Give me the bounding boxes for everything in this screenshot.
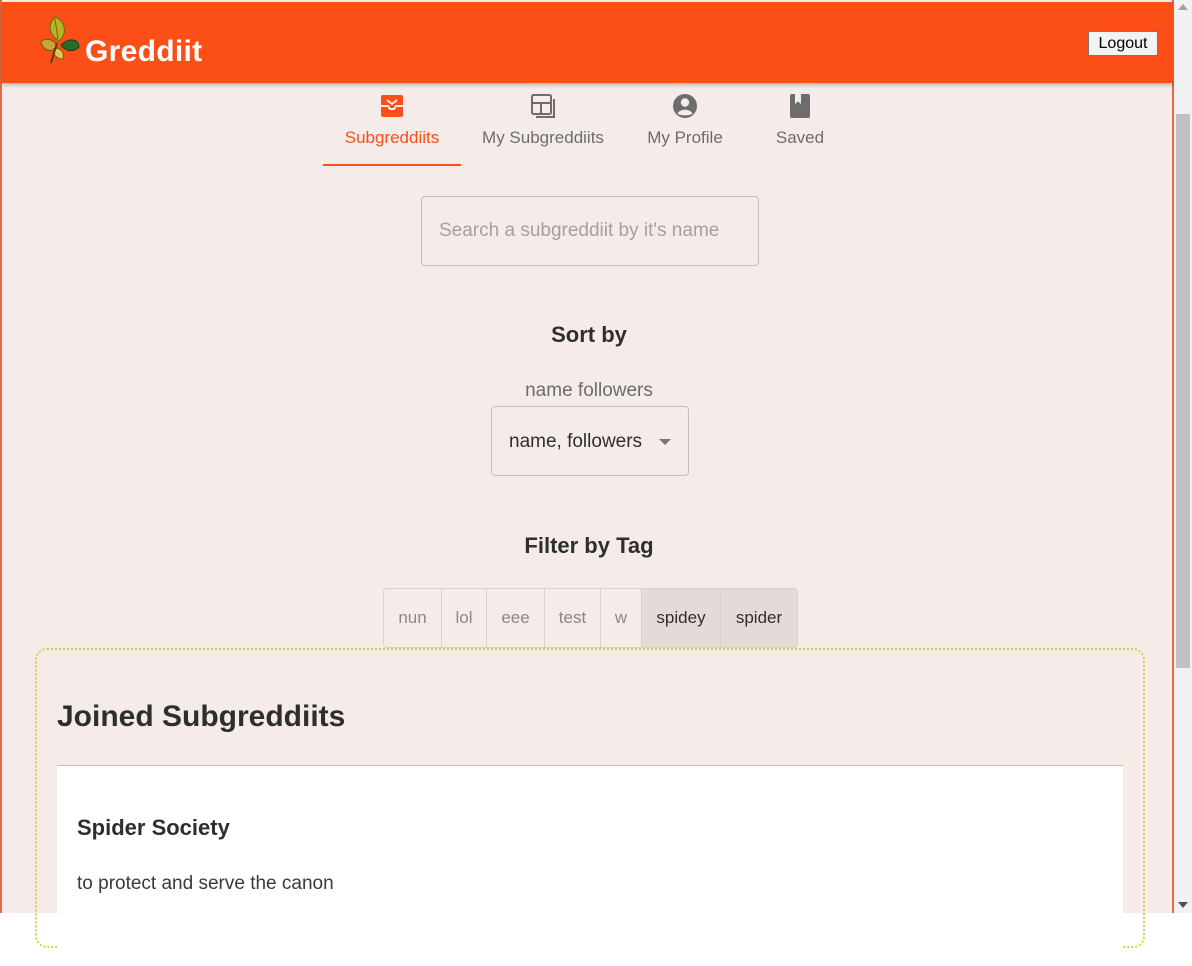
sort-heading: Sort by	[551, 322, 627, 347]
sort-caption: name followers	[525, 380, 653, 401]
top-app-bar: Greddiit Logout	[2, 2, 1176, 83]
tag-button[interactable]: spider	[721, 589, 797, 647]
inbox-icon	[381, 95, 403, 117]
search-input[interactable]	[421, 196, 759, 266]
brand-title[interactable]: Greddiit	[85, 35, 202, 69]
account-circle-icon	[673, 94, 697, 118]
filter-heading: Filter by Tag	[524, 533, 654, 558]
logout-button[interactable]: Logout	[1088, 31, 1158, 56]
sort-select[interactable]: name, followers	[491, 406, 689, 476]
tag-toggle-group: nun lol eee test w spidey spider	[383, 588, 798, 648]
tab-subgreddiits[interactable]: Subgreddiits	[323, 84, 461, 166]
tab-saved[interactable]: Saved	[755, 84, 845, 166]
dashboard-icon	[531, 94, 555, 118]
tab-label: Subgreddiits	[344, 128, 440, 147]
tab-label: Saved	[775, 128, 825, 147]
subgreddiit-description: to protect and serve the canon	[77, 873, 334, 894]
tag-button[interactable]: lol	[442, 589, 487, 647]
vertical-scrollbar[interactable]	[1174, 0, 1192, 913]
tag-button[interactable]: w	[601, 589, 642, 647]
tab-my-subgreddiits[interactable]: My Subgreddiits	[471, 84, 615, 166]
scroll-up-arrow-icon[interactable]	[1178, 4, 1188, 10]
bookmark-book-icon	[790, 94, 810, 118]
tag-button[interactable]: test	[545, 589, 601, 647]
tag-button[interactable]: eee	[487, 589, 545, 647]
scroll-down-arrow-icon[interactable]	[1178, 902, 1188, 908]
tag-button[interactable]: spidey	[642, 589, 721, 647]
dropdown-arrow-icon	[659, 439, 671, 445]
sort-selected-value: name, followers	[509, 431, 643, 452]
page-frame: Greddiit Logout Subgreddiits My Subgredd…	[0, 0, 1176, 966]
tab-label: My Subgreddiits	[482, 128, 604, 147]
tab-label: My Profile	[647, 128, 723, 147]
tag-button[interactable]: nun	[384, 589, 442, 647]
subgreddiit-name: Spider Society	[77, 815, 230, 840]
scrollbar-thumb[interactable]	[1176, 114, 1190, 668]
tab-my-profile[interactable]: My Profile	[635, 84, 735, 166]
subgreddiit-card[interactable]: Spider Society to protect and serve the …	[57, 765, 1123, 966]
joined-subgreddiits-title: Joined Subgreddiits	[57, 700, 346, 733]
leaf-logo-icon	[40, 16, 80, 64]
